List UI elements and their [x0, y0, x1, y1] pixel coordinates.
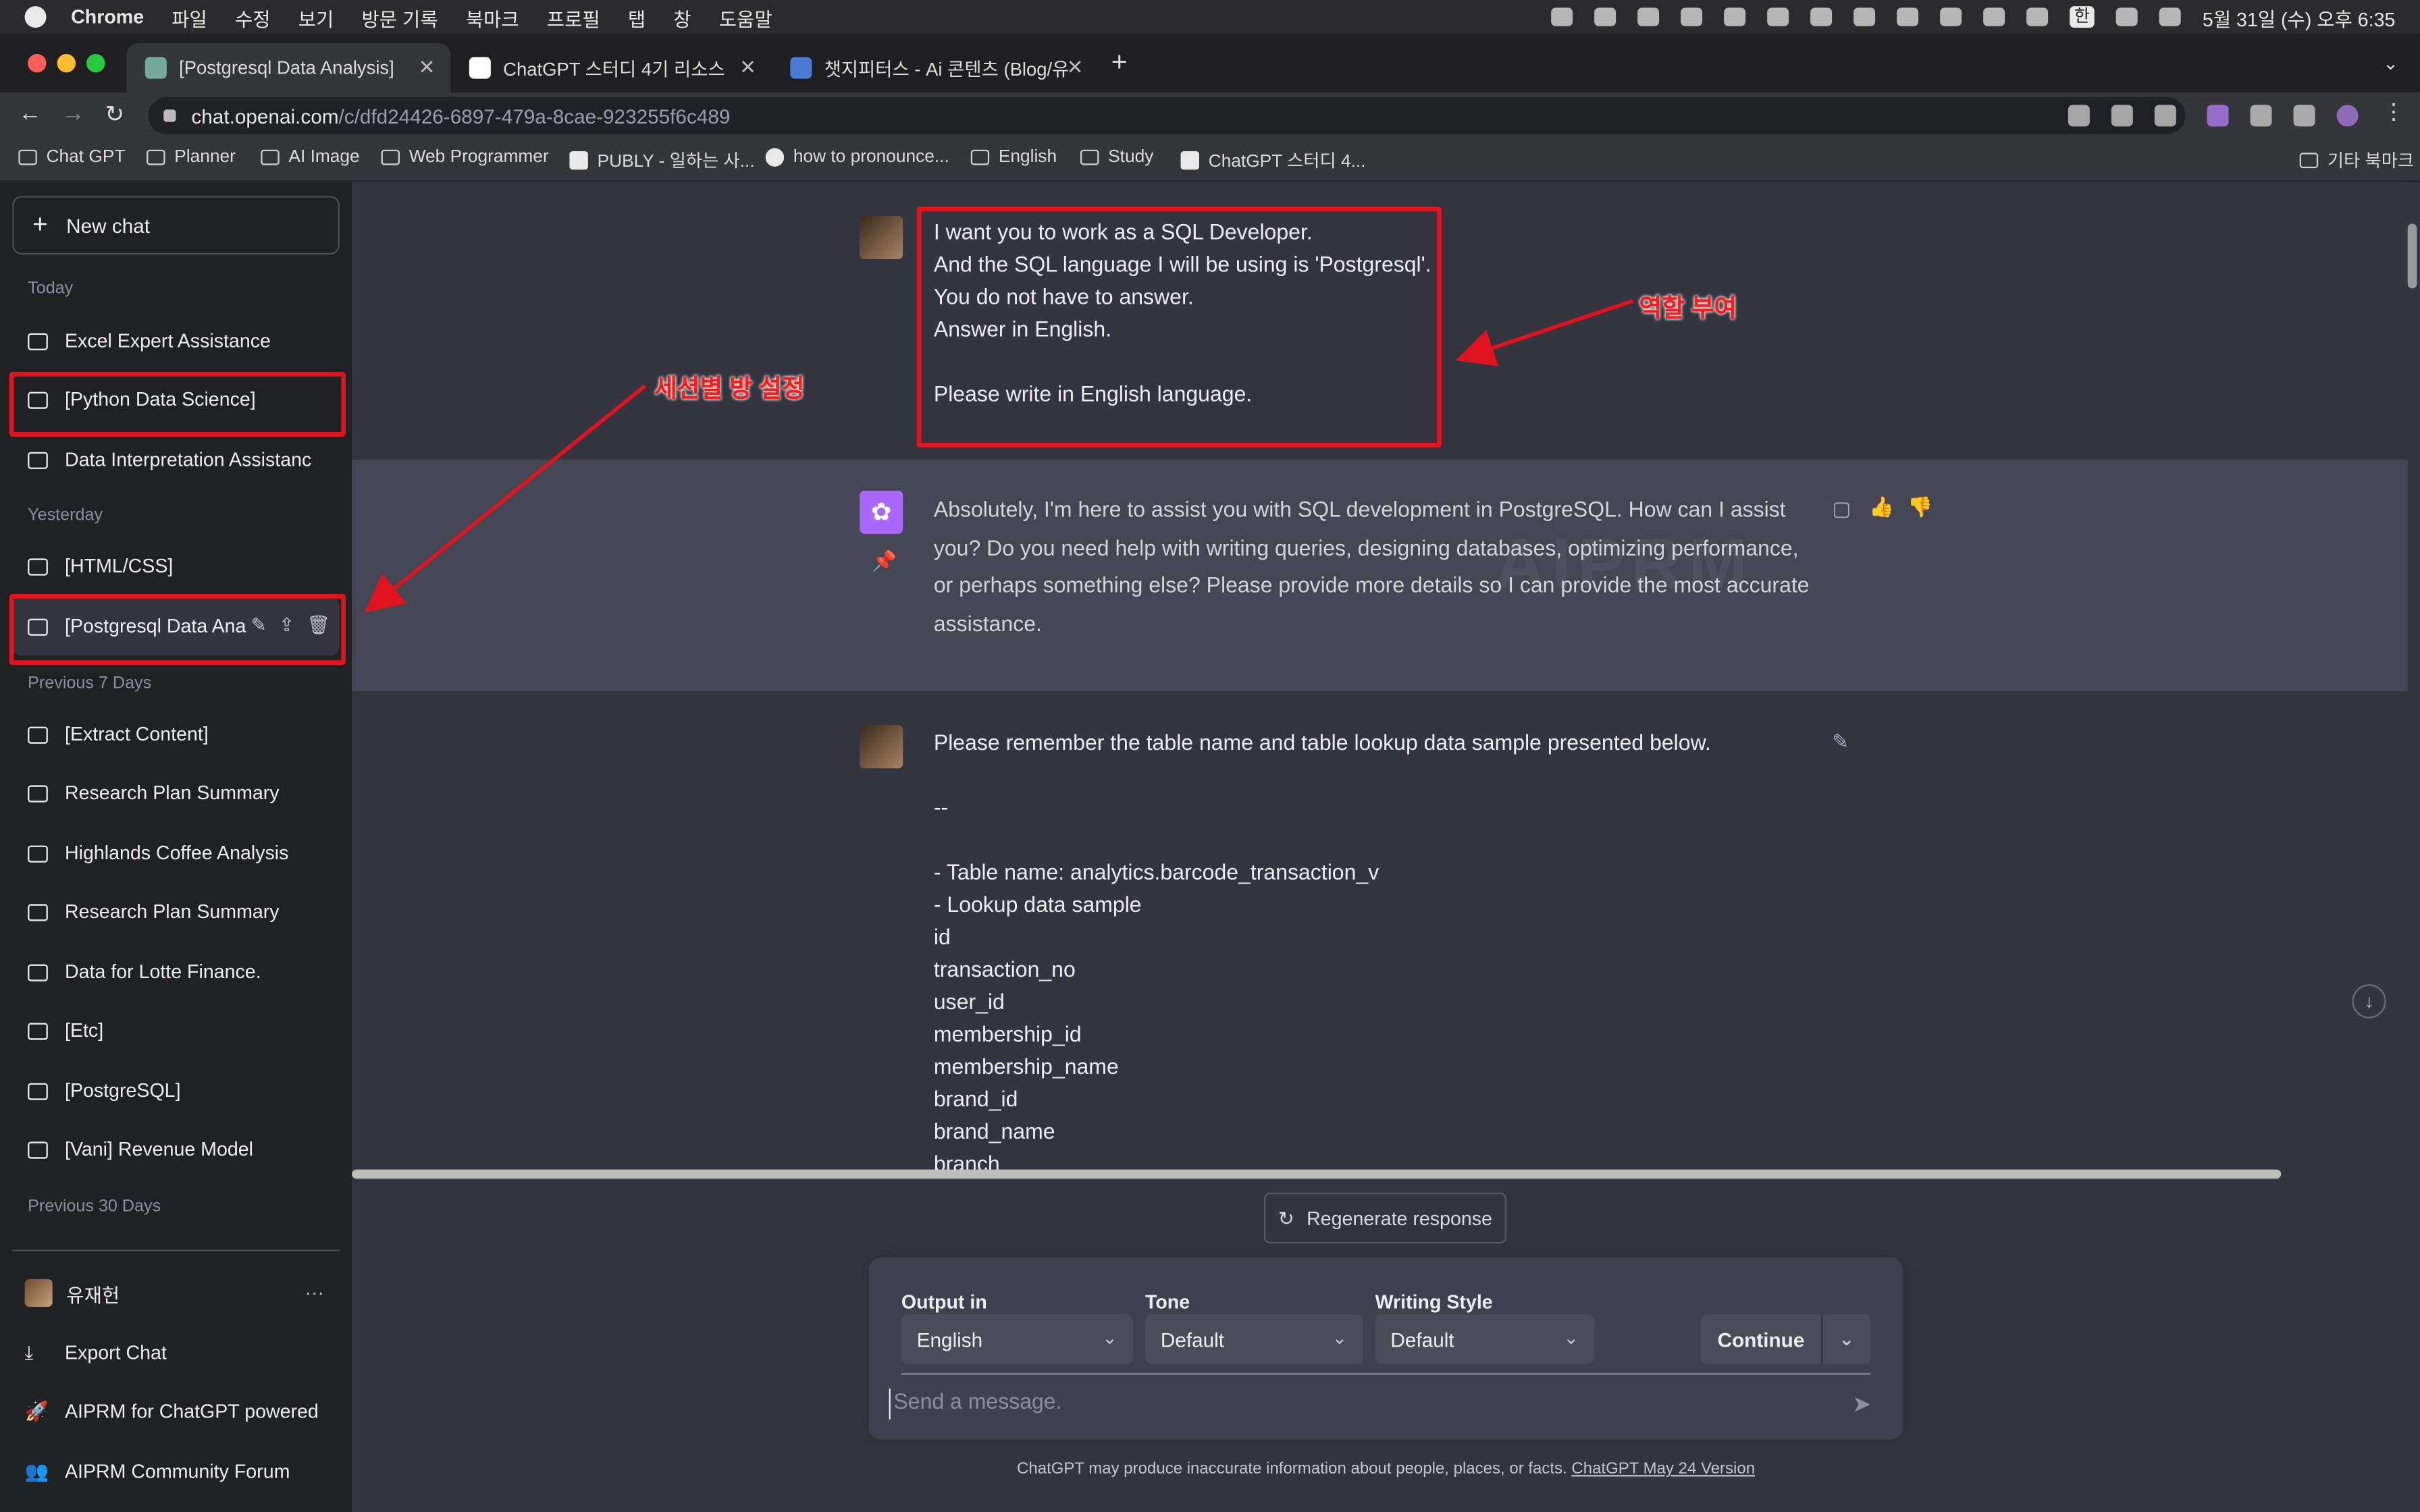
- chevron-down-icon[interactable]: ⌄: [1822, 1328, 1870, 1350]
- version-link[interactable]: ChatGPT May 24 Version: [1571, 1459, 1755, 1478]
- output-label: Output in: [901, 1291, 987, 1314]
- horizontal-scrollbar[interactable]: [352, 1169, 2282, 1179]
- screen: Chrome 파일 수정 보기 방문 기록 북마크 프로필 탭 창 도움말 한 …: [0, 0, 2420, 1512]
- disclaimer: ChatGPT may produce inaccurate informati…: [869, 1459, 1903, 1478]
- continue-label: Continue: [1717, 1327, 1805, 1351]
- style-value: Default: [1390, 1327, 1454, 1351]
- regenerate-response-button[interactable]: ↻ Regenerate response: [1263, 1192, 1506, 1244]
- chevron-down-icon: ⌄: [1332, 1326, 1348, 1349]
- output-value: English: [916, 1327, 983, 1351]
- scroll-to-bottom-icon[interactable]: ↓: [2352, 984, 2386, 1019]
- writing-style-label: Writing Style: [1375, 1291, 1493, 1314]
- arrow-to-prompt: [1456, 299, 1634, 367]
- regenerate-label: Regenerate response: [1307, 1207, 1492, 1229]
- writing-style-select[interactable]: Default ⌄: [1375, 1314, 1595, 1364]
- refresh-icon: ↻: [1278, 1208, 1294, 1230]
- chevron-down-icon: ⌄: [1563, 1326, 1579, 1349]
- message-input[interactable]: Send a message.: [889, 1388, 1815, 1420]
- continue-button[interactable]: Continue ⌄: [1700, 1314, 1871, 1364]
- arrow-to-session: [364, 384, 647, 613]
- composer-divider: [901, 1373, 1871, 1375]
- tone-label: Tone: [1145, 1291, 1190, 1314]
- disclaimer-text: ChatGPT may produce inaccurate informati…: [1017, 1459, 1572, 1478]
- tone-value: Default: [1160, 1327, 1225, 1351]
- tone-select[interactable]: Default ⌄: [1145, 1314, 1363, 1364]
- send-icon[interactable]: ➤: [1852, 1390, 1872, 1418]
- output-language-select[interactable]: English ⌄: [901, 1314, 1133, 1364]
- annotation-session: 세션별 방 설정: [654, 376, 805, 403]
- chevron-down-icon: ⌄: [1101, 1326, 1117, 1349]
- annotation-role: 역할 부여: [1639, 296, 1737, 323]
- vertical-scrollbar[interactable]: [2407, 223, 2417, 289]
